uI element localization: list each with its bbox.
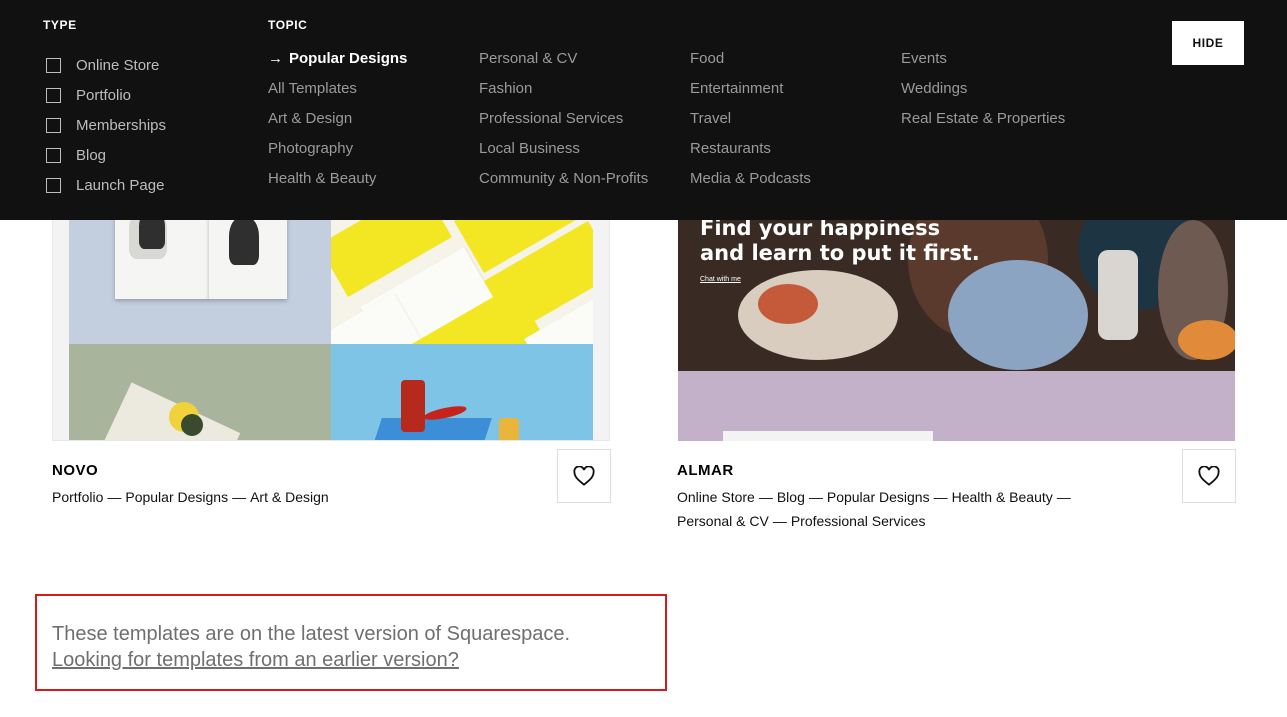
topic-all-templates[interactable]: All Templates	[268, 79, 407, 109]
heart-outline-icon	[1198, 466, 1220, 486]
almar-preview-cta: Chat with me	[700, 276, 741, 283]
tag-separator: —	[933, 489, 948, 505]
checkbox[interactable]	[46, 57, 61, 73]
almar-tags-line-1: Online Store — Blog — Popular Designs — Health…	[677, 485, 1075, 509]
tag-link[interactable]: Popular Designs	[125, 489, 228, 505]
arrow-right-icon: →	[268, 50, 283, 67]
topic-fashion[interactable]: Fashion	[479, 79, 648, 109]
almar-favorite-button[interactable]	[1182, 449, 1236, 503]
legacy-templates-notice: These templates are on the latest versio…	[35, 594, 667, 691]
novo-tags: Portfolio — Popular Designs — Art & Design	[52, 485, 329, 509]
almar-preview-headline: Find your happiness and learn to put it …	[700, 216, 980, 265]
checkbox[interactable]	[46, 87, 61, 103]
earlier-version-link[interactable]: Looking for templates from an earlier ve…	[52, 647, 459, 673]
novo-tile-magazine	[69, 344, 331, 440]
almar-tags-line-2: Personal & CV — Professional Services	[677, 509, 925, 533]
tag-link[interactable]: Health & Beauty	[952, 489, 1053, 505]
topic-professional-services[interactable]: Professional Services	[479, 109, 648, 139]
tag-separator: —	[232, 489, 247, 505]
tag-link[interactable]: Portfolio	[52, 489, 103, 505]
novo-tile-book	[69, 201, 331, 344]
type-heading: TYPE	[43, 18, 77, 32]
checkbox[interactable]	[46, 147, 61, 163]
type-filter-blog[interactable]: Blog	[46, 140, 166, 170]
topic-travel[interactable]: Travel	[690, 109, 811, 139]
topic-events[interactable]: Events	[901, 49, 1065, 79]
tag-link[interactable]: Blog	[777, 489, 805, 505]
topic-column-4: Events Weddings Real Estate & Properties	[901, 49, 1065, 139]
topic-popular-designs[interactable]: → Popular Designs	[268, 49, 407, 79]
type-filter-label: Launch Page	[76, 176, 165, 194]
topic-column-1: → Popular Designs All Templates Art & De…	[268, 49, 407, 199]
tag-separator: —	[1056, 489, 1071, 505]
tag-separator: —	[808, 489, 823, 505]
hide-filters-button[interactable]: HIDE	[1172, 21, 1244, 65]
checkbox[interactable]	[46, 117, 61, 133]
topic-entertainment[interactable]: Entertainment	[690, 79, 811, 109]
filter-panel: TYPE TOPIC Online Store Portfolio Member…	[0, 0, 1287, 220]
tag-separator: —	[772, 513, 787, 529]
topic-media-podcasts[interactable]: Media & Podcasts	[690, 169, 811, 199]
topic-label: Popular Designs	[289, 50, 408, 67]
novo-tile-jars	[331, 344, 593, 440]
topic-restaurants[interactable]: Restaurants	[690, 139, 811, 169]
novo-preview-image[interactable]	[52, 200, 610, 441]
topic-column-3: Food Entertainment Travel Restaurants Me…	[690, 49, 811, 199]
tag-link[interactable]: Online Store	[677, 489, 755, 505]
topic-health-beauty[interactable]: Health & Beauty	[268, 169, 407, 199]
heart-outline-icon	[573, 466, 595, 486]
topic-food[interactable]: Food	[690, 49, 811, 79]
novo-favorite-button[interactable]	[557, 449, 611, 503]
topic-heading: TOPIC	[268, 18, 308, 32]
novo-tile-business-cards	[331, 201, 593, 344]
tag-separator: —	[107, 489, 122, 505]
almar-lavender-band	[678, 371, 1235, 441]
tag-link[interactable]: Personal & CV	[677, 513, 769, 529]
topic-community-non-profits[interactable]: Community & Non-Profits	[479, 169, 648, 199]
topic-photography[interactable]: Photography	[268, 139, 407, 169]
topic-personal-cv[interactable]: Personal & CV	[479, 49, 648, 79]
tag-link[interactable]: Professional Services	[791, 513, 926, 529]
tag-link[interactable]: Art & Design	[250, 489, 329, 505]
notice-text: These templates are on the latest versio…	[52, 623, 571, 645]
almar-preview-image[interactable]: Find your happiness and learn to put it …	[678, 200, 1235, 441]
topic-local-business[interactable]: Local Business	[479, 139, 648, 169]
tag-link[interactable]: Popular Designs	[827, 489, 930, 505]
type-filter-label: Online Store	[76, 56, 160, 74]
type-filter-portfolio[interactable]: Portfolio	[46, 80, 166, 110]
topic-weddings[interactable]: Weddings	[901, 79, 1065, 109]
topic-art-design[interactable]: Art & Design	[268, 109, 407, 139]
type-filter-memberships[interactable]: Memberships	[46, 110, 166, 140]
type-filter-label: Portfolio	[76, 86, 132, 104]
almar-hero-photo: Find your happiness and learn to put it …	[678, 200, 1235, 371]
type-filter-label: Blog	[76, 146, 107, 164]
tag-separator: —	[758, 489, 773, 505]
type-filter-launch-page[interactable]: Launch Page	[46, 170, 166, 200]
type-filter-list: Online Store Portfolio Memberships Blog …	[46, 50, 166, 200]
card-title-almar[interactable]: ALMAR	[677, 462, 734, 479]
type-filter-online-store[interactable]: Online Store	[46, 50, 166, 80]
topic-real-estate-properties[interactable]: Real Estate & Properties	[901, 109, 1065, 139]
checkbox[interactable]	[46, 177, 61, 193]
type-filter-label: Memberships	[76, 116, 167, 134]
topic-column-2: Personal & CV Fashion Professional Servi…	[479, 49, 648, 199]
card-title-novo[interactable]: NOVO	[52, 462, 98, 479]
